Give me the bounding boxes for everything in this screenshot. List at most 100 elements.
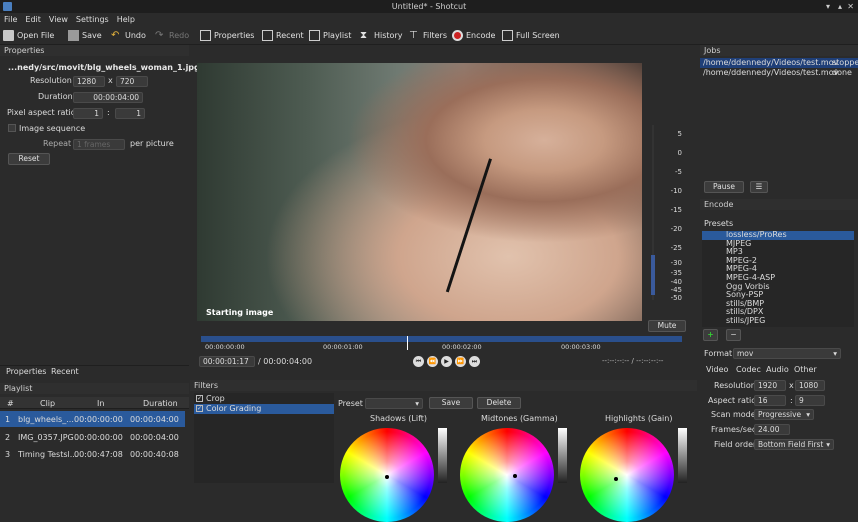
par-b-field[interactable]: 1 — [115, 108, 145, 119]
shadows-label: Shadows (Lift) — [370, 414, 428, 423]
shadows-handle[interactable] — [385, 475, 389, 479]
list-item[interactable]: MPEG-4 — [702, 265, 854, 274]
col-number[interactable]: # — [7, 399, 14, 408]
folder-icon — [3, 30, 14, 41]
tab-recent[interactable]: Recent — [51, 367, 79, 376]
midtones-handle[interactable] — [513, 474, 517, 478]
jobs-menu-button[interactable]: ☰ — [750, 181, 768, 193]
list-item[interactable]: stills/BMP — [702, 299, 854, 309]
menu-view[interactable]: View — [45, 13, 72, 26]
maximize-button[interactable]: ▴ — [838, 0, 842, 13]
list-item[interactable]: stills/JPEG — [702, 316, 854, 326]
list-item[interactable]: MP3 — [702, 248, 854, 257]
list-item[interactable]: ✓ Crop — [194, 394, 334, 404]
midtones-slider[interactable] — [558, 428, 567, 483]
playlist-button[interactable]: Playlist — [309, 28, 351, 43]
resolution-height[interactable]: 720 — [116, 76, 148, 87]
checkbox-checked[interactable]: ✓ — [196, 395, 203, 402]
table-row[interactable]: 2 IMG_0357.JPG 00:00:00:00 00:00:04:00 — [0, 429, 185, 445]
preset-delete-button[interactable]: Delete — [477, 397, 521, 409]
filter-list: ✓ Crop ✓ Color Grading — [194, 393, 334, 483]
menu-settings[interactable]: Settings — [72, 13, 113, 26]
list-item[interactable]: MPEG-2 — [702, 256, 854, 266]
highlights-handle[interactable] — [614, 477, 618, 481]
undo-button[interactable]: ↶ Undo — [111, 28, 146, 43]
table-row[interactable]: 1 blg_wheels_... 00:00:00:00 00:00:04:00 — [0, 411, 185, 427]
skip-next-icon[interactable]: ⏭ — [469, 356, 480, 367]
list-item[interactable]: MPEG-4-ASP — [702, 273, 854, 283]
scan-dropdown[interactable]: Progressive ▾ — [754, 409, 814, 420]
highlights-slider[interactable] — [678, 428, 687, 483]
reset-button[interactable]: Reset — [8, 153, 50, 165]
play-icon[interactable]: ▶ — [441, 356, 452, 367]
col-clip[interactable]: Clip — [40, 399, 55, 408]
preset-dropdown[interactable]: ▾ — [365, 398, 423, 409]
fullscreen-button[interactable]: Full Screen — [502, 28, 560, 43]
list-item[interactable]: lossless/ProRes — [702, 230, 854, 240]
resolution-label: Resolution — [30, 76, 72, 85]
highlights-wheel[interactable] — [580, 428, 674, 522]
meter-tick: -45 — [670, 286, 682, 294]
minimize-button[interactable]: ▾ — [826, 0, 830, 13]
menu-file[interactable]: File — [0, 13, 21, 26]
fast-forward-icon[interactable]: ⏩ — [455, 356, 466, 367]
preset-save-button[interactable]: Save — [429, 397, 473, 409]
meter-tick: -15 — [670, 206, 682, 214]
filter-icon: ⊤ — [409, 30, 418, 41]
midtones-wheel[interactable] — [460, 428, 554, 522]
encode-res-height[interactable]: 1080 — [795, 380, 825, 391]
history-button[interactable]: ⧗ History — [360, 28, 402, 43]
duration-field[interactable]: 00:00:04:00 — [73, 92, 143, 103]
list-item[interactable]: ✓ Color Grading — [194, 404, 334, 414]
shadows-slider[interactable] — [438, 428, 447, 483]
menu-edit[interactable]: Edit — [21, 13, 45, 26]
row-clip: IMG_0357.JPG — [18, 433, 74, 442]
format-dropdown[interactable]: mov ▾ — [733, 348, 841, 359]
meter-tick: -50 — [670, 294, 682, 302]
list-item[interactable]: stills/DPX — [702, 308, 854, 317]
playhead[interactable] — [407, 336, 408, 350]
tab-video[interactable]: Video — [706, 365, 728, 374]
fps-field[interactable]: 24.00 — [754, 424, 790, 435]
pause-button[interactable]: Pause — [704, 181, 744, 193]
col-in[interactable]: In — [97, 399, 104, 408]
recent-button[interactable]: Recent — [262, 28, 304, 43]
menu-help[interactable]: Help — [113, 13, 139, 26]
position-field[interactable]: 00:00:01:17 — [199, 356, 255, 367]
aspect-a-field[interactable]: 16 — [754, 395, 786, 406]
properties-button[interactable]: Properties — [200, 28, 254, 43]
add-preset-button[interactable]: + — [703, 329, 718, 341]
open-file-button[interactable]: Open File — [3, 28, 54, 43]
scan-value: Progressive — [758, 410, 802, 419]
checkbox-checked[interactable]: ✓ — [196, 405, 203, 412]
filters-button[interactable]: ⊤ Filters — [409, 28, 447, 43]
repeat-field[interactable]: 1 frames — [73, 139, 125, 150]
tab-properties[interactable]: Properties — [6, 367, 46, 376]
redo-button[interactable]: ↷ Redo — [155, 28, 189, 43]
save-button[interactable]: Save — [68, 28, 102, 43]
aspect-b-field[interactable]: 9 — [795, 395, 825, 406]
col-duration[interactable]: Duration — [143, 399, 178, 408]
mute-button[interactable]: Mute — [648, 320, 686, 332]
list-item[interactable]: Ogg Vorbis — [702, 282, 854, 292]
rewind-icon[interactable]: ⏪ — [427, 356, 438, 367]
resolution-width[interactable]: 1280 — [73, 76, 105, 87]
list-item[interactable]: MJPEG — [702, 239, 854, 249]
table-row[interactable]: /home/ddennedy/Videos/test.mov done — [700, 68, 858, 78]
table-row[interactable]: 3 Timing Testsl... 00:00:47:08 00:00:40:… — [0, 446, 185, 462]
par-a-field[interactable]: 1 — [73, 108, 103, 119]
close-window-button[interactable]: ✕ — [847, 0, 854, 13]
field-order-dropdown[interactable]: Bottom Field First ▾ — [754, 439, 834, 450]
timeline-ruler[interactable]: 00:00:00:00 00:00:01:00 00:00:02:00 00:0… — [201, 336, 682, 352]
encode-button[interactable]: Encode — [452, 28, 495, 43]
remove-preset-button[interactable]: − — [726, 329, 741, 341]
tab-other[interactable]: Other — [794, 365, 817, 374]
table-row[interactable]: /home/ddennedy/Videos/test.mov stoppe — [700, 58, 858, 68]
tab-codec[interactable]: Codec — [736, 365, 761, 374]
skip-previous-icon[interactable]: ⏮ — [413, 356, 424, 367]
tab-audio[interactable]: Audio — [766, 365, 789, 374]
encode-res-width[interactable]: 1920 — [754, 380, 786, 391]
resolution-x: x — [108, 76, 113, 85]
list-item[interactable]: Sony-PSP — [702, 291, 854, 300]
image-sequence-checkbox[interactable] — [8, 124, 16, 132]
